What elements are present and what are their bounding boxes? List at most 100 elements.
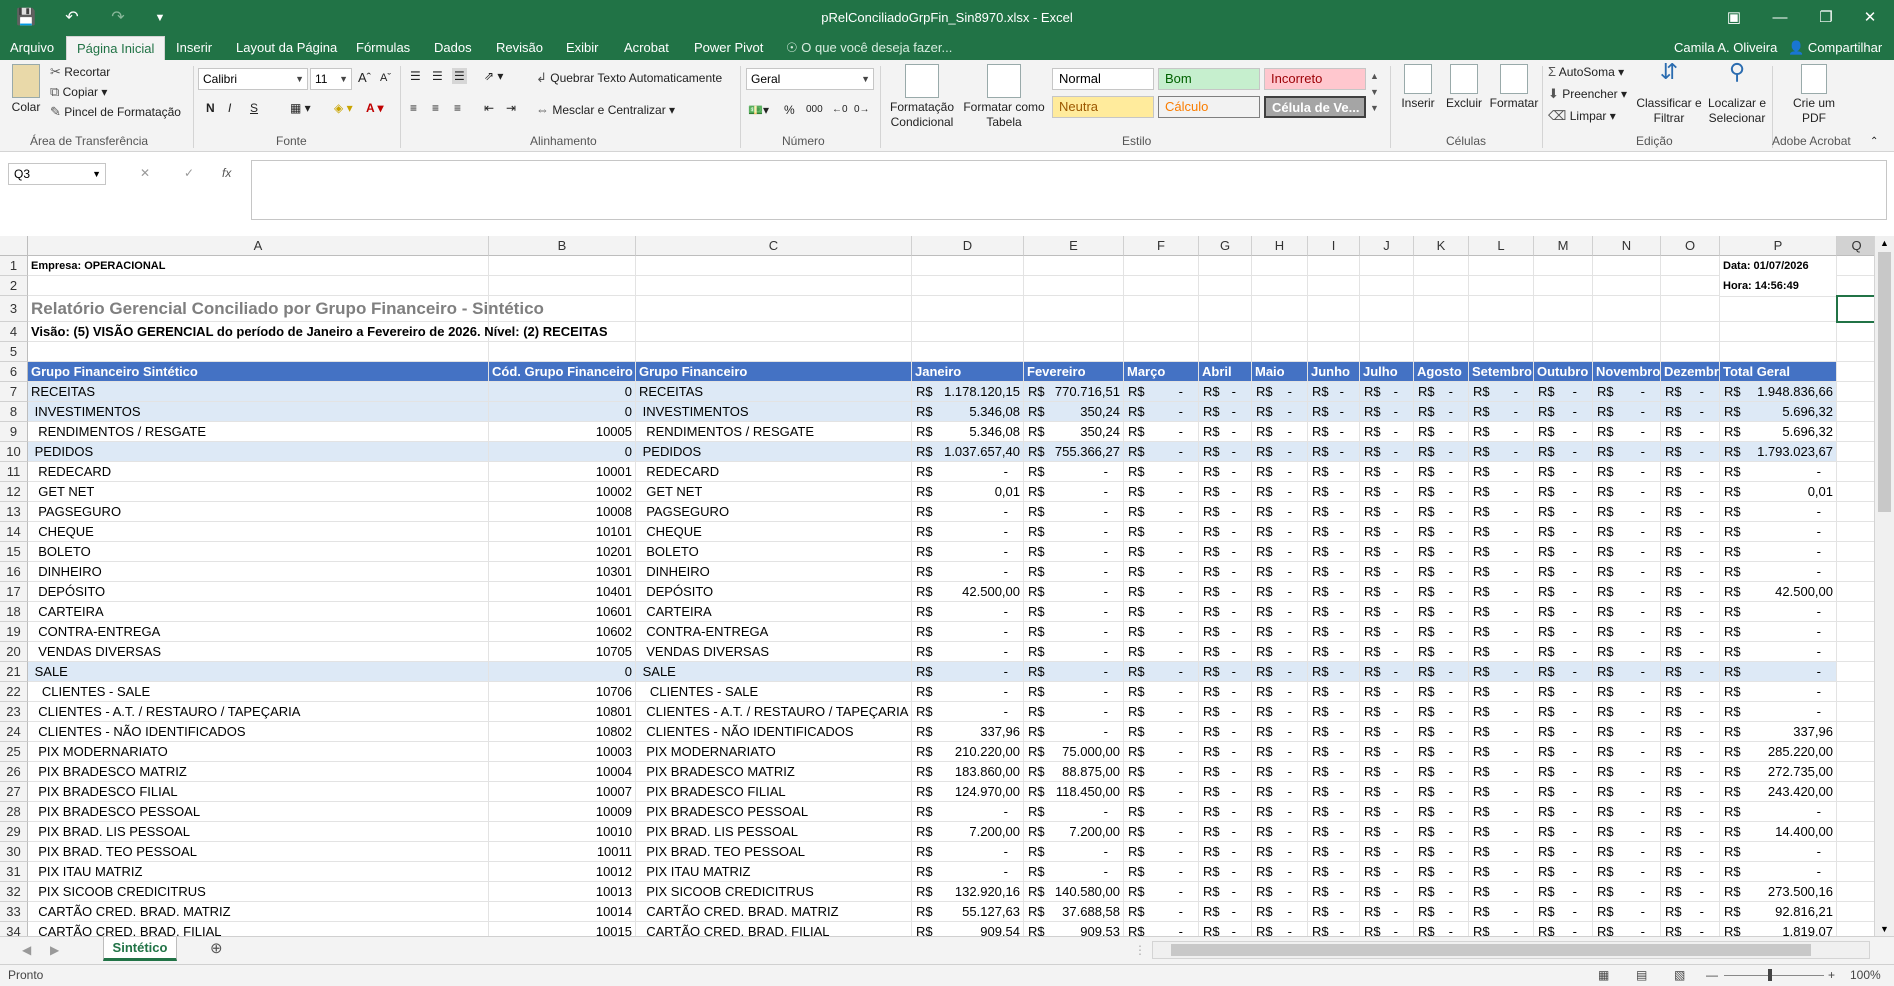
- style-check[interactable]: Célula de Ve...: [1264, 96, 1366, 118]
- amount-cell[interactable]: R$ -: [1124, 602, 1199, 622]
- column-header[interactable]: G: [1199, 236, 1252, 256]
- column-header[interactable]: K: [1414, 236, 1469, 256]
- amount-cell[interactable]: R$ 5.346,08: [912, 402, 1024, 422]
- amount-cell[interactable]: R$ -: [912, 562, 1024, 582]
- amount-cell[interactable]: R$ -: [1414, 422, 1469, 442]
- amount-cell[interactable]: R$ -: [1469, 462, 1534, 482]
- amount-cell[interactable]: R$ -: [1414, 862, 1469, 882]
- row-header[interactable]: 22: [0, 682, 28, 702]
- amount-cell[interactable]: R$ -: [1720, 462, 1837, 482]
- group-code-cell[interactable]: 10008: [489, 502, 636, 522]
- amount-cell[interactable]: R$ 337,96: [912, 722, 1024, 742]
- amount-cell[interactable]: R$ -: [1534, 442, 1593, 462]
- amount-cell[interactable]: R$ -: [1661, 842, 1720, 862]
- amount-cell[interactable]: R$ -: [1469, 702, 1534, 722]
- copy-button[interactable]: ⧉ Copiar ▾: [50, 84, 107, 100]
- amount-cell[interactable]: R$ -: [1661, 402, 1720, 422]
- function-icon[interactable]: fx: [222, 165, 231, 181]
- amount-cell[interactable]: R$ -: [1252, 802, 1308, 822]
- amount-cell[interactable]: R$ 350,24: [1024, 422, 1124, 442]
- group-synthetic-cell[interactable]: CLIENTES - A.T. / RESTAURO / TAPEÇARIA: [28, 702, 489, 722]
- grid-cell[interactable]: [1199, 296, 1252, 322]
- grid-cell[interactable]: [1837, 442, 1877, 462]
- amount-cell[interactable]: R$ -: [1124, 822, 1199, 842]
- grid-cell[interactable]: [1593, 322, 1661, 342]
- group-name-cell[interactable]: PIX SICOOB CREDICITRUS: [636, 882, 912, 902]
- grid-cell[interactable]: [1124, 296, 1199, 322]
- group-code-cell[interactable]: 10010: [489, 822, 636, 842]
- amount-cell[interactable]: R$ -: [1534, 922, 1593, 936]
- amount-cell[interactable]: R$ -: [1414, 402, 1469, 422]
- grid-cell[interactable]: [1593, 296, 1661, 322]
- group-code-cell[interactable]: 10301: [489, 562, 636, 582]
- grid-cell[interactable]: [1469, 296, 1534, 322]
- row-header[interactable]: 15: [0, 542, 28, 562]
- amount-cell[interactable]: R$ -: [1360, 702, 1414, 722]
- amount-cell[interactable]: R$ -: [1252, 822, 1308, 842]
- amount-cell[interactable]: R$ -: [1252, 562, 1308, 582]
- tell-me-box[interactable]: ☉ O que você deseja fazer...: [786, 36, 952, 60]
- grid-cell[interactable]: [1360, 276, 1414, 296]
- amount-cell[interactable]: R$ -: [1199, 562, 1252, 582]
- font-color-icon[interactable]: A ▾: [366, 100, 384, 116]
- amount-cell[interactable]: R$ -: [1593, 682, 1661, 702]
- row-header[interactable]: 23: [0, 702, 28, 722]
- amount-cell[interactable]: R$ -: [1360, 562, 1414, 582]
- thousands-icon[interactable]: 000: [806, 102, 823, 118]
- italic-button[interactable]: I: [228, 100, 231, 116]
- group-synthetic-cell[interactable]: DINHEIRO: [28, 562, 489, 582]
- amount-cell[interactable]: R$ -: [1534, 462, 1593, 482]
- amount-cell[interactable]: R$ -: [1199, 882, 1252, 902]
- group-synthetic-cell[interactable]: CLIENTES - SALE: [28, 682, 489, 702]
- minimize-icon[interactable]: —: [1762, 4, 1798, 32]
- scroll-down-icon[interactable]: ▼: [1877, 924, 1892, 934]
- restore-icon[interactable]: ❐: [1808, 4, 1844, 32]
- amount-cell[interactable]: R$ 0,01: [912, 482, 1024, 502]
- amount-cell[interactable]: R$ -: [1534, 422, 1593, 442]
- grid-cell[interactable]: [1308, 342, 1360, 362]
- grid-cell[interactable]: [1593, 276, 1661, 296]
- amount-cell[interactable]: R$ -: [1308, 442, 1360, 462]
- amount-cell[interactable]: R$ -: [912, 842, 1024, 862]
- amount-cell[interactable]: R$ -: [1308, 882, 1360, 902]
- amount-cell[interactable]: R$ -: [1252, 922, 1308, 936]
- group-code-cell[interactable]: 10009: [489, 802, 636, 822]
- amount-cell[interactable]: R$ -: [1308, 562, 1360, 582]
- amount-cell[interactable]: R$ -: [1199, 722, 1252, 742]
- column-header[interactable]: E: [1024, 236, 1124, 256]
- clear-button[interactable]: ⌫ Limpar ▾: [1548, 108, 1616, 124]
- amount-cell[interactable]: R$ -: [1661, 542, 1720, 562]
- group-code-cell[interactable]: 10004: [489, 762, 636, 782]
- amount-cell[interactable]: R$ -: [1360, 822, 1414, 842]
- page-layout-icon[interactable]: ▤: [1636, 965, 1647, 985]
- amount-cell[interactable]: R$ -: [1360, 602, 1414, 622]
- amount-cell[interactable]: R$ -: [1593, 742, 1661, 762]
- amount-cell[interactable]: R$ -: [1360, 402, 1414, 422]
- amount-cell[interactable]: R$ -: [1124, 402, 1199, 422]
- amount-cell[interactable]: R$ -: [1534, 862, 1593, 882]
- amount-cell[interactable]: R$ -: [1024, 602, 1124, 622]
- amount-cell[interactable]: R$ -: [1199, 762, 1252, 782]
- amount-cell[interactable]: R$ -: [912, 702, 1024, 722]
- amount-cell[interactable]: R$ 88.875,00: [1024, 762, 1124, 782]
- grid-cell[interactable]: [1024, 342, 1124, 362]
- format-cells-button[interactable]: Formatar: [1488, 64, 1540, 111]
- amount-cell[interactable]: R$ -: [1308, 642, 1360, 662]
- amount-cell[interactable]: R$ 755.366,27: [1024, 442, 1124, 462]
- amount-cell[interactable]: R$ -: [1469, 442, 1534, 462]
- amount-cell[interactable]: R$ -: [1661, 682, 1720, 702]
- amount-cell[interactable]: R$ -: [1124, 422, 1199, 442]
- borders-icon[interactable]: ▦ ▾: [290, 100, 311, 116]
- amount-cell[interactable]: R$ -: [1534, 882, 1593, 902]
- amount-cell[interactable]: R$ -: [1252, 482, 1308, 502]
- group-name-cell[interactable]: CLIENTES - SALE: [636, 682, 912, 702]
- amount-cell[interactable]: R$ -: [1661, 702, 1720, 722]
- amount-cell[interactable]: R$ -: [1360, 802, 1414, 822]
- amount-cell[interactable]: R$ -: [1252, 502, 1308, 522]
- amount-cell[interactable]: R$ -: [1360, 762, 1414, 782]
- group-code-cell[interactable]: 10007: [489, 782, 636, 802]
- column-header[interactable]: I: [1308, 236, 1360, 256]
- amount-cell[interactable]: R$ -: [1661, 422, 1720, 442]
- increase-indent-icon[interactable]: ⇥: [506, 100, 516, 116]
- amount-cell[interactable]: R$ -: [1469, 422, 1534, 442]
